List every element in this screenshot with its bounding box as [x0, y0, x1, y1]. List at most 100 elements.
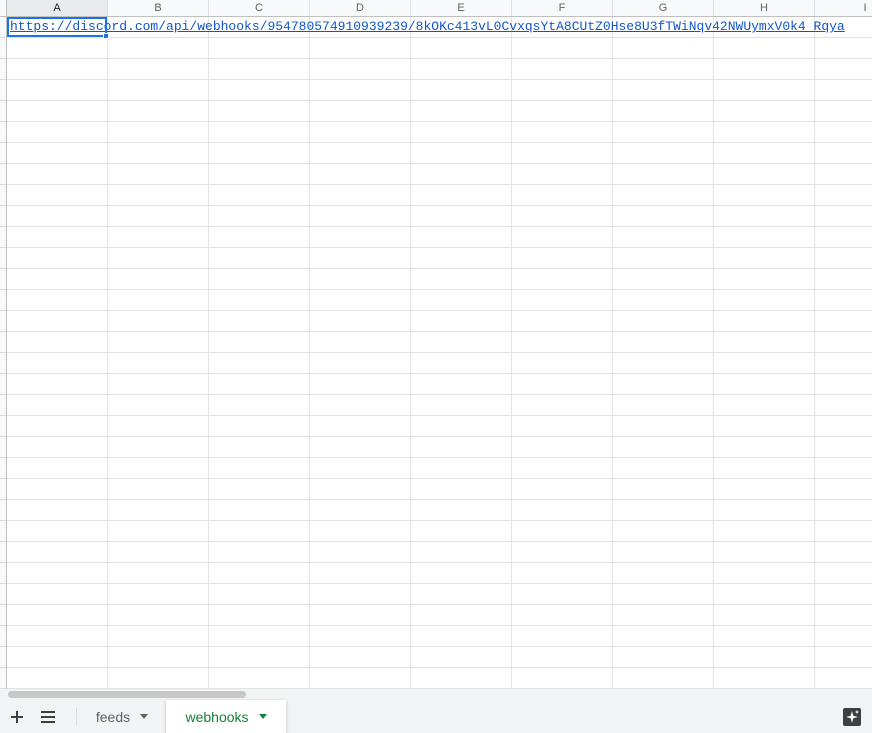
row-gridline [7, 415, 872, 416]
row-gridline [7, 520, 872, 521]
row-header-divider [0, 541, 6, 542]
row-header-divider [0, 184, 6, 185]
spreadsheet-grid[interactable]: A B C D E F G H I https://discord.com/ap… [0, 0, 872, 689]
sheet-tab-feeds[interactable]: feeds [80, 700, 164, 733]
column-header-e[interactable]: E [411, 0, 512, 16]
row-header-divider [0, 646, 6, 647]
row-gridline [7, 604, 872, 605]
row-header-divider [0, 520, 6, 521]
column-gridline [208, 17, 209, 689]
column-header-a[interactable]: A [7, 0, 108, 16]
row-header-divider [0, 289, 6, 290]
row-gridline [7, 478, 872, 479]
row-header-divider [0, 205, 6, 206]
row-header-divider [0, 58, 6, 59]
row-gridline [7, 205, 872, 206]
column-gridline [107, 17, 108, 689]
row-header-divider [0, 625, 6, 626]
row-header-divider [0, 163, 6, 164]
column-gridline [814, 17, 815, 689]
sheet-tab-webhooks[interactable]: webhooks [166, 700, 286, 733]
row-header-divider [0, 268, 6, 269]
row-gridline [7, 499, 872, 500]
row-gridline [7, 268, 872, 269]
row-gridline [7, 100, 872, 101]
row-header-divider [0, 394, 6, 395]
row-gridline [7, 226, 872, 227]
row-gridline [7, 541, 872, 542]
column-header-f[interactable]: F [512, 0, 613, 16]
row-gridline [7, 646, 872, 647]
chevron-down-icon[interactable] [258, 714, 267, 719]
row-gridline [7, 625, 872, 626]
chevron-down-icon[interactable] [140, 714, 149, 719]
column-gridline [309, 17, 310, 689]
row-gridline [7, 247, 872, 248]
row-header-divider [0, 310, 6, 311]
row-header-divider [0, 247, 6, 248]
plus-icon [11, 710, 23, 723]
row-gridline [7, 457, 872, 458]
list-icon [41, 710, 55, 723]
column-header-d[interactable]: D [310, 0, 411, 16]
row-header-divider [0, 499, 6, 500]
row-gridline [7, 373, 872, 374]
row-gridline [7, 184, 872, 185]
row-header-divider [0, 373, 6, 374]
row-header-divider [0, 604, 6, 605]
row-header-gutter[interactable] [0, 17, 7, 689]
row-gridline [7, 121, 872, 122]
column-header-i[interactable]: I [815, 0, 872, 16]
row-header-divider [0, 121, 6, 122]
row-gridline [7, 79, 872, 80]
row-gridline [7, 583, 872, 584]
row-gridline [7, 163, 872, 164]
horizontal-scrollbar-thumb[interactable] [8, 691, 246, 698]
row-gridline [7, 310, 872, 311]
row-gridline [7, 289, 872, 290]
row-header-divider [0, 142, 6, 143]
row-header-divider [0, 478, 6, 479]
tab-separator [76, 708, 77, 725]
row-gridline [7, 142, 872, 143]
row-gridline [7, 562, 872, 563]
add-sheet-button[interactable] [6, 700, 28, 733]
row-header-divider [0, 562, 6, 563]
column-gridline [612, 17, 613, 689]
row-gridline [7, 331, 872, 332]
sheet-tab-bar: feeds webhooks [0, 700, 872, 733]
row-gridline [7, 37, 872, 38]
explore-button[interactable] [840, 700, 864, 733]
cell-a1-webhook-url[interactable]: https://discord.com/api/webhooks/9547805… [7, 17, 872, 37]
sheet-tab-label: webhooks [185, 708, 249, 725]
column-header-c[interactable]: C [209, 0, 310, 16]
row-header-divider [0, 37, 6, 38]
row-header-divider [0, 226, 6, 227]
row-gridline [7, 352, 872, 353]
row-header-divider [0, 415, 6, 416]
column-header-b[interactable]: B [108, 0, 209, 16]
row-header-divider [0, 457, 6, 458]
row-header-divider [0, 352, 6, 353]
row-header-divider [0, 436, 6, 437]
cell-selection-outline [7, 17, 107, 37]
column-gridline [511, 17, 512, 689]
row-gridline [7, 394, 872, 395]
row-header-divider [0, 667, 6, 668]
row-header-divider [0, 100, 6, 101]
row-gridline [7, 436, 872, 437]
all-sheets-button[interactable] [36, 700, 60, 733]
column-gridline [713, 17, 714, 689]
row-header-divider [0, 79, 6, 80]
column-header-row: A B C D E F G H I [0, 0, 872, 17]
explore-sparkle-icon [843, 707, 861, 726]
select-all-corner[interactable] [0, 0, 7, 16]
horizontal-scrollbar[interactable] [0, 689, 872, 700]
sheet-tab-label: feeds [95, 708, 131, 725]
column-gridline [410, 17, 411, 689]
row-gridline [7, 58, 872, 59]
column-header-g[interactable]: G [613, 0, 714, 16]
column-header-h[interactable]: H [714, 0, 815, 16]
row-gridline [7, 667, 872, 668]
fill-handle[interactable] [103, 33, 109, 39]
